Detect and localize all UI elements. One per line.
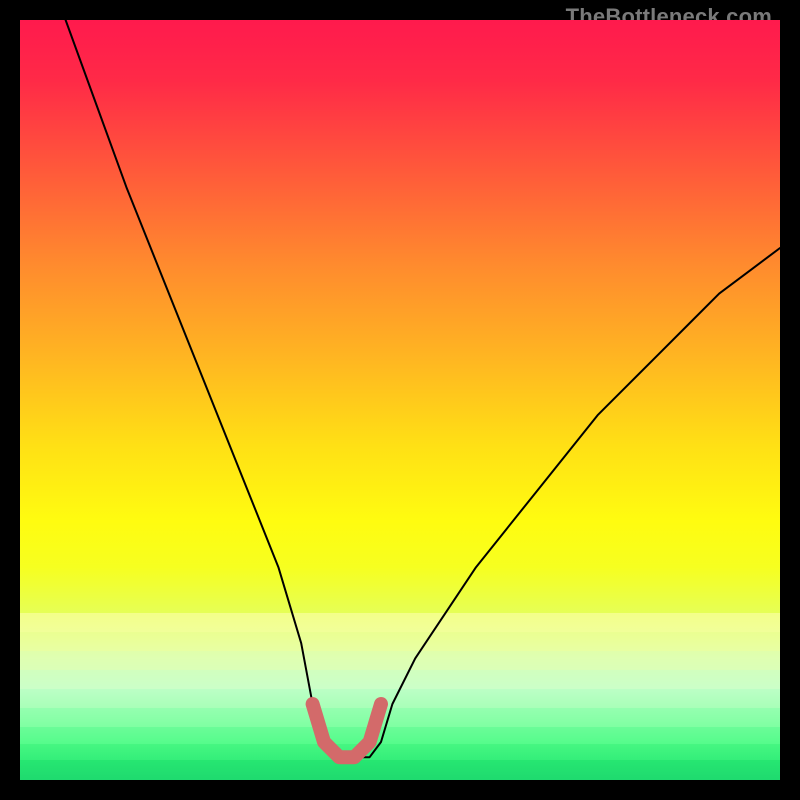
plot-area bbox=[20, 20, 780, 780]
chart-svg bbox=[20, 20, 780, 780]
chart-frame: TheBottleneck.com bbox=[0, 0, 800, 800]
bottleneck-curve bbox=[66, 20, 780, 757]
optimal-range-marker bbox=[313, 704, 381, 757]
